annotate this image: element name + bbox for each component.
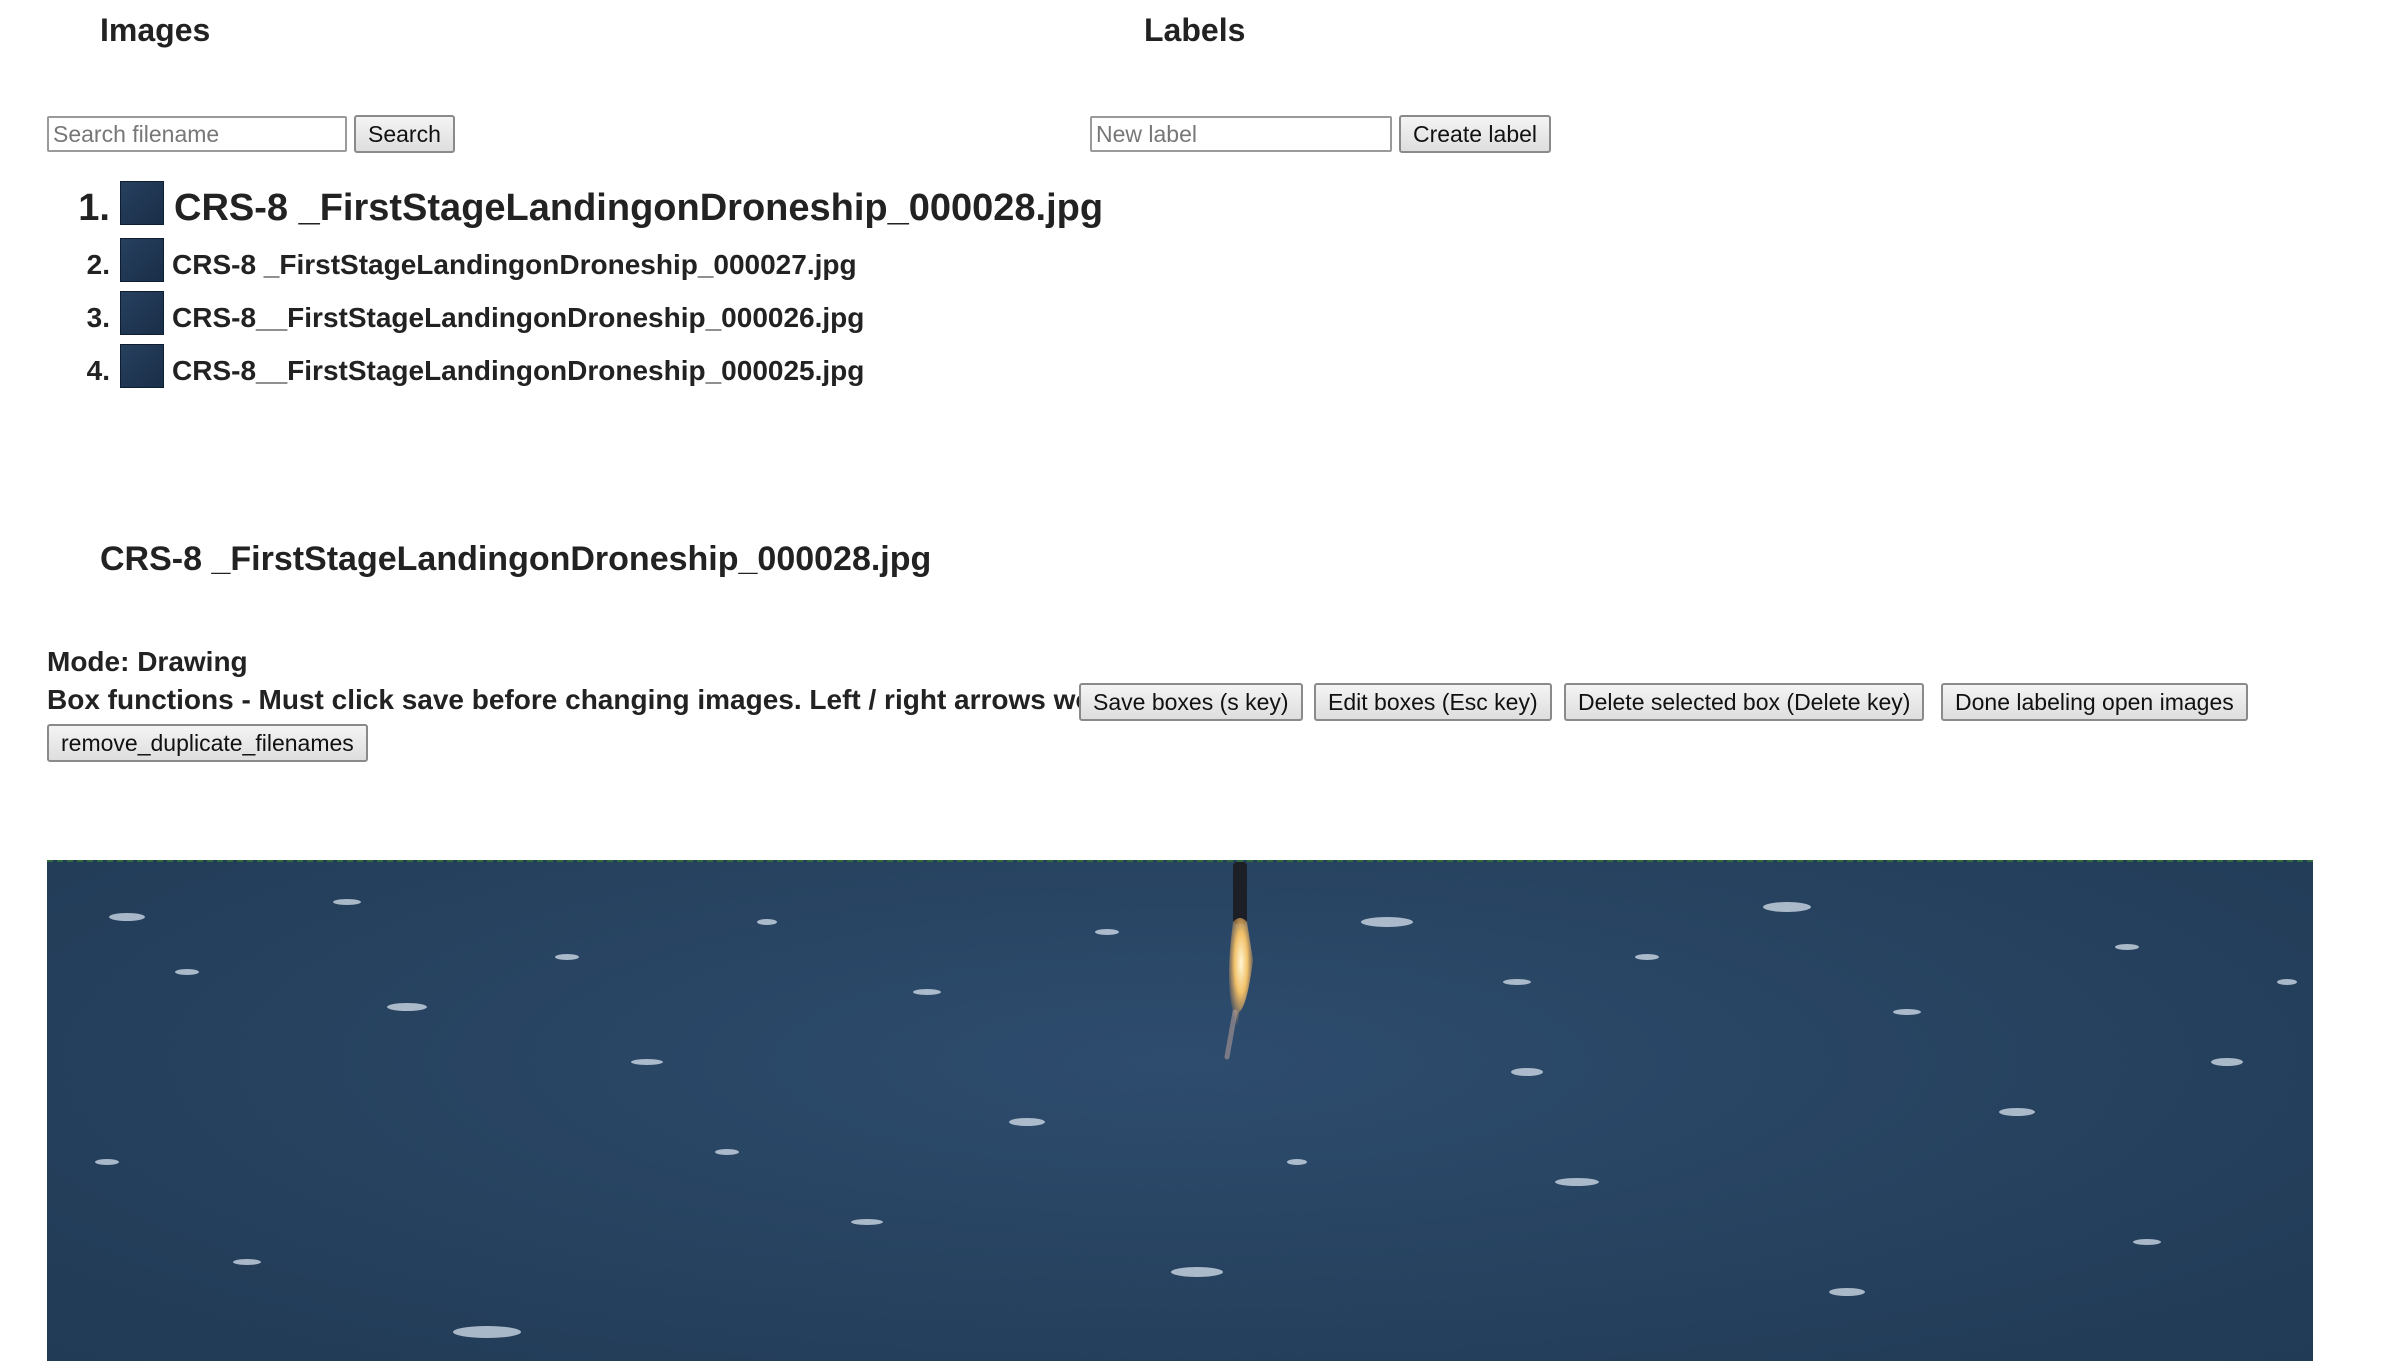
file-list-item[interactable]: 4. CRS-8__FirstStageLandingonDroneship_0… (60, 344, 864, 394)
thumbnail-icon[interactable] (120, 344, 164, 388)
search-filename-input[interactable] (47, 116, 347, 152)
rocket-body (1233, 862, 1247, 924)
current-image-title: CRS-8 _FirstStageLandingonDroneship_0000… (100, 540, 932, 578)
file-name-link[interactable]: CRS-8 _FirstStageLandingonDroneship_0000… (172, 249, 857, 281)
new-label-input[interactable] (1090, 116, 1392, 152)
images-title: Images (100, 12, 211, 48)
file-index: 3. (86, 302, 110, 333)
remove-duplicates-button[interactable]: remove_duplicate_filenames (47, 724, 368, 762)
image-content (95, 862, 2297, 1338)
done-labeling-button[interactable]: Done labeling open images (1941, 683, 2248, 721)
thumbnail-icon[interactable] (120, 181, 164, 225)
file-index: 2. (86, 249, 110, 280)
box-functions-label: Box functions - Must click save before c… (47, 684, 1119, 715)
file-index: 4. (86, 355, 110, 386)
file-name-link[interactable]: CRS-8 _FirstStageLandingonDroneship_0000… (174, 187, 1103, 230)
save-boxes-button[interactable]: Save boxes (s key) (1079, 683, 1303, 721)
image-canvas[interactable] (47, 860, 2313, 1361)
delete-box-button[interactable]: Delete selected box (Delete key) (1564, 683, 1925, 721)
create-label-button[interactable]: Create label (1399, 115, 1552, 153)
file-list-item[interactable]: 2. CRS-8 _FirstStageLandingonDroneship_0… (60, 238, 857, 288)
thumbnail-icon[interactable] (120, 291, 164, 335)
file-list-item[interactable]: 1. CRS-8 _FirstStageLandingonDroneship_0… (60, 180, 1103, 236)
search-button[interactable]: Search (354, 115, 455, 153)
labels-title: Labels (1144, 12, 1246, 48)
mode-status: Mode: Drawing (47, 646, 248, 677)
file-list-item[interactable]: 3. CRS-8__FirstStageLandingonDroneship_0… (60, 291, 864, 341)
file-name-link[interactable]: CRS-8__FirstStageLandingonDroneship_0000… (172, 355, 864, 387)
file-index: 1. (78, 186, 110, 229)
ocean-waves (95, 899, 2297, 1338)
thumbnail-icon[interactable] (120, 238, 164, 282)
edit-boxes-button[interactable]: Edit boxes (Esc key) (1314, 683, 1552, 721)
exhaust-trail (1224, 1009, 1238, 1060)
file-name-link[interactable]: CRS-8__FirstStageLandingonDroneship_0000… (172, 302, 864, 334)
